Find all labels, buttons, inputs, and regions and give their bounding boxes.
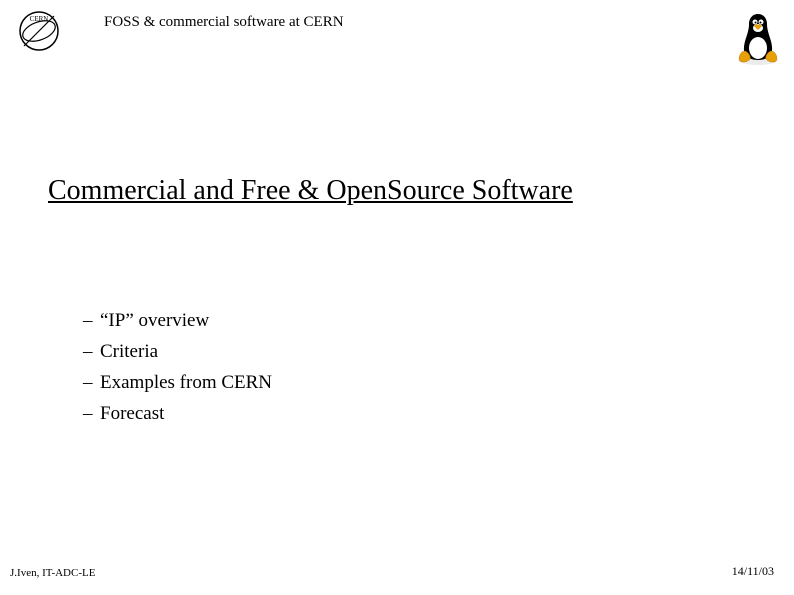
list-item: – Criteria bbox=[80, 341, 272, 363]
header-title: FOSS & commercial software at CERN bbox=[104, 14, 344, 31]
bullet-text: Examples from CERN bbox=[100, 372, 272, 394]
slide-title: Commercial and Free & OpenSource Softwar… bbox=[48, 175, 573, 207]
list-item: – “IP” overview bbox=[80, 310, 272, 332]
bullet-text: Criteria bbox=[100, 341, 158, 363]
bullet-text: Forecast bbox=[100, 403, 164, 425]
bullet-list: – “IP” overview – Criteria – Examples fr… bbox=[80, 310, 272, 434]
list-item: – Examples from CERN bbox=[80, 372, 272, 394]
footer-author: J.Iven, IT-ADC-LE bbox=[10, 567, 95, 579]
slide-header: CERN FOSS & commercial software at CERN bbox=[0, 10, 794, 70]
footer-date: 14/11/03 bbox=[732, 564, 774, 579]
list-item: – Forecast bbox=[80, 403, 272, 425]
svg-text:CERN: CERN bbox=[30, 15, 49, 23]
tux-penguin-icon bbox=[734, 10, 782, 66]
bullet-dash-icon: – bbox=[80, 372, 100, 394]
bullet-dash-icon: – bbox=[80, 310, 100, 332]
bullet-text: “IP” overview bbox=[100, 310, 209, 332]
bullet-dash-icon: – bbox=[80, 341, 100, 363]
bullet-dash-icon: – bbox=[80, 403, 100, 425]
cern-logo-icon: CERN bbox=[18, 10, 60, 52]
